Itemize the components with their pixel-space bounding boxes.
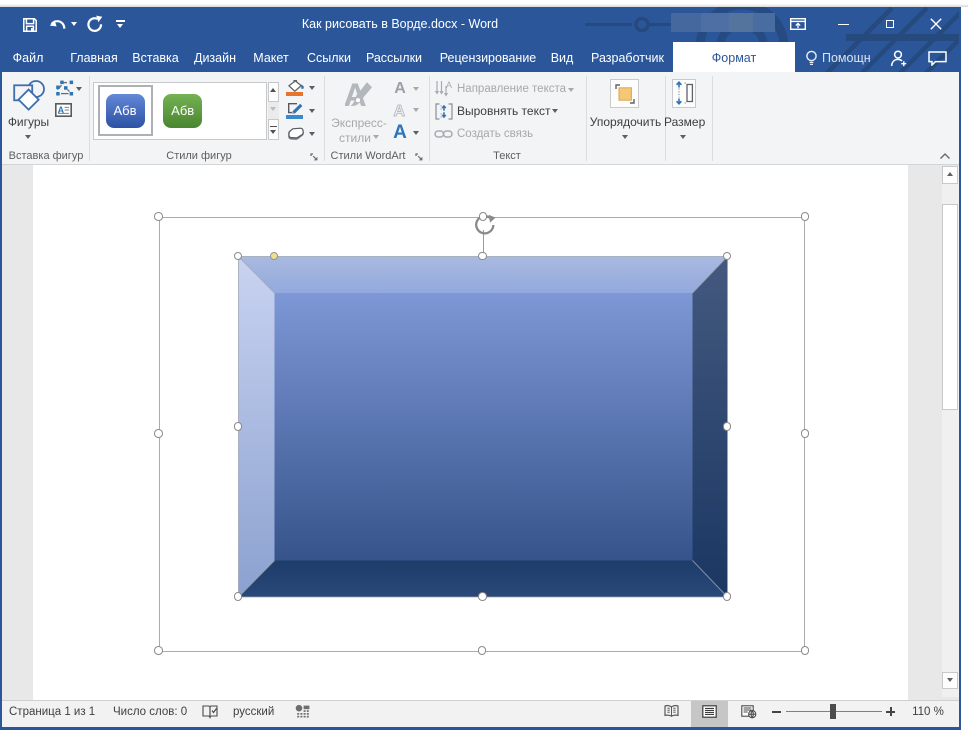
svg-text:A: A	[446, 80, 452, 90]
svg-text:А: А	[394, 103, 406, 118]
